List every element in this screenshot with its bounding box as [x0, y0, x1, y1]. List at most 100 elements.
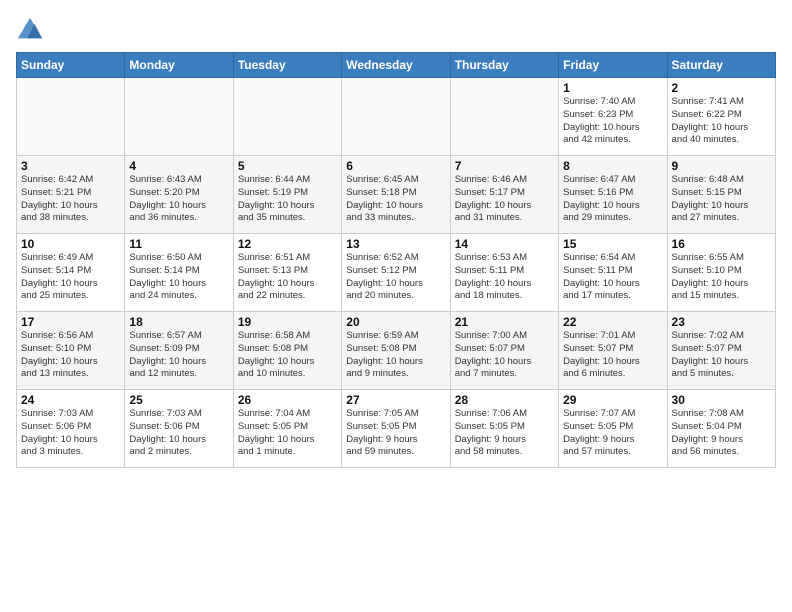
day-number: 4 [129, 159, 228, 173]
day-info: Sunrise: 7:02 AM Sunset: 5:07 PM Dayligh… [672, 330, 771, 381]
day-info: Sunrise: 6:42 AM Sunset: 5:21 PM Dayligh… [21, 174, 120, 225]
calendar-cell: 20Sunrise: 6:59 AM Sunset: 5:08 PM Dayli… [342, 312, 450, 390]
day-info: Sunrise: 6:47 AM Sunset: 5:16 PM Dayligh… [563, 174, 662, 225]
day-info: Sunrise: 7:40 AM Sunset: 6:23 PM Dayligh… [563, 96, 662, 147]
day-info: Sunrise: 6:51 AM Sunset: 5:13 PM Dayligh… [238, 252, 337, 303]
calendar-cell: 1Sunrise: 7:40 AM Sunset: 6:23 PM Daylig… [559, 78, 667, 156]
day-number: 20 [346, 315, 445, 329]
day-info: Sunrise: 6:52 AM Sunset: 5:12 PM Dayligh… [346, 252, 445, 303]
calendar-cell: 26Sunrise: 7:04 AM Sunset: 5:05 PM Dayli… [233, 390, 341, 468]
calendar-cell: 16Sunrise: 6:55 AM Sunset: 5:10 PM Dayli… [667, 234, 775, 312]
logo [16, 16, 46, 44]
day-info: Sunrise: 6:43 AM Sunset: 5:20 PM Dayligh… [129, 174, 228, 225]
week-row-4: 24Sunrise: 7:03 AM Sunset: 5:06 PM Dayli… [17, 390, 776, 468]
calendar-cell: 21Sunrise: 7:00 AM Sunset: 5:07 PM Dayli… [450, 312, 558, 390]
day-number: 19 [238, 315, 337, 329]
calendar-cell: 27Sunrise: 7:05 AM Sunset: 5:05 PM Dayli… [342, 390, 450, 468]
calendar-cell: 5Sunrise: 6:44 AM Sunset: 5:19 PM Daylig… [233, 156, 341, 234]
calendar-cell: 25Sunrise: 7:03 AM Sunset: 5:06 PM Dayli… [125, 390, 233, 468]
day-number: 8 [563, 159, 662, 173]
header-cell-sunday: Sunday [17, 53, 125, 78]
header-cell-friday: Friday [559, 53, 667, 78]
week-row-0: 1Sunrise: 7:40 AM Sunset: 6:23 PM Daylig… [17, 78, 776, 156]
calendar-cell: 14Sunrise: 6:53 AM Sunset: 5:11 PM Dayli… [450, 234, 558, 312]
page-container: SundayMondayTuesdayWednesdayThursdayFrid… [0, 0, 792, 476]
day-info: Sunrise: 6:48 AM Sunset: 5:15 PM Dayligh… [672, 174, 771, 225]
calendar-cell: 28Sunrise: 7:06 AM Sunset: 5:05 PM Dayli… [450, 390, 558, 468]
calendar-header: SundayMondayTuesdayWednesdayThursdayFrid… [17, 53, 776, 78]
day-info: Sunrise: 6:57 AM Sunset: 5:09 PM Dayligh… [129, 330, 228, 381]
calendar-body: 1Sunrise: 7:40 AM Sunset: 6:23 PM Daylig… [17, 78, 776, 468]
calendar-cell: 24Sunrise: 7:03 AM Sunset: 5:06 PM Dayli… [17, 390, 125, 468]
day-number: 10 [21, 237, 120, 251]
calendar-cell: 18Sunrise: 6:57 AM Sunset: 5:09 PM Dayli… [125, 312, 233, 390]
header-cell-thursday: Thursday [450, 53, 558, 78]
day-number: 6 [346, 159, 445, 173]
day-number: 22 [563, 315, 662, 329]
header-cell-saturday: Saturday [667, 53, 775, 78]
header-row: SundayMondayTuesdayWednesdayThursdayFrid… [17, 53, 776, 78]
calendar-cell [233, 78, 341, 156]
day-info: Sunrise: 6:56 AM Sunset: 5:10 PM Dayligh… [21, 330, 120, 381]
week-row-2: 10Sunrise: 6:49 AM Sunset: 5:14 PM Dayli… [17, 234, 776, 312]
day-info: Sunrise: 6:45 AM Sunset: 5:18 PM Dayligh… [346, 174, 445, 225]
day-number: 26 [238, 393, 337, 407]
calendar-cell [125, 78, 233, 156]
calendar-cell [450, 78, 558, 156]
calendar-cell: 30Sunrise: 7:08 AM Sunset: 5:04 PM Dayli… [667, 390, 775, 468]
calendar-cell: 10Sunrise: 6:49 AM Sunset: 5:14 PM Dayli… [17, 234, 125, 312]
calendar-cell: 7Sunrise: 6:46 AM Sunset: 5:17 PM Daylig… [450, 156, 558, 234]
calendar-cell: 15Sunrise: 6:54 AM Sunset: 5:11 PM Dayli… [559, 234, 667, 312]
day-number: 2 [672, 81, 771, 95]
day-number: 9 [672, 159, 771, 173]
day-info: Sunrise: 7:04 AM Sunset: 5:05 PM Dayligh… [238, 408, 337, 459]
day-number: 28 [455, 393, 554, 407]
day-number: 29 [563, 393, 662, 407]
logo-icon [16, 16, 44, 44]
calendar-cell: 9Sunrise: 6:48 AM Sunset: 5:15 PM Daylig… [667, 156, 775, 234]
day-number: 17 [21, 315, 120, 329]
calendar-cell: 4Sunrise: 6:43 AM Sunset: 5:20 PM Daylig… [125, 156, 233, 234]
day-number: 23 [672, 315, 771, 329]
day-number: 14 [455, 237, 554, 251]
calendar-cell: 17Sunrise: 6:56 AM Sunset: 5:10 PM Dayli… [17, 312, 125, 390]
calendar-cell: 11Sunrise: 6:50 AM Sunset: 5:14 PM Dayli… [125, 234, 233, 312]
day-number: 18 [129, 315, 228, 329]
day-info: Sunrise: 6:53 AM Sunset: 5:11 PM Dayligh… [455, 252, 554, 303]
day-number: 1 [563, 81, 662, 95]
calendar-cell: 22Sunrise: 7:01 AM Sunset: 5:07 PM Dayli… [559, 312, 667, 390]
day-number: 5 [238, 159, 337, 173]
day-number: 12 [238, 237, 337, 251]
calendar-cell: 6Sunrise: 6:45 AM Sunset: 5:18 PM Daylig… [342, 156, 450, 234]
calendar-cell: 19Sunrise: 6:58 AM Sunset: 5:08 PM Dayli… [233, 312, 341, 390]
day-number: 25 [129, 393, 228, 407]
day-number: 11 [129, 237, 228, 251]
calendar-cell [342, 78, 450, 156]
day-number: 15 [563, 237, 662, 251]
day-number: 21 [455, 315, 554, 329]
day-info: Sunrise: 7:00 AM Sunset: 5:07 PM Dayligh… [455, 330, 554, 381]
calendar-cell: 8Sunrise: 6:47 AM Sunset: 5:16 PM Daylig… [559, 156, 667, 234]
header-cell-monday: Monday [125, 53, 233, 78]
day-info: Sunrise: 7:05 AM Sunset: 5:05 PM Dayligh… [346, 408, 445, 459]
day-info: Sunrise: 7:06 AM Sunset: 5:05 PM Dayligh… [455, 408, 554, 459]
day-number: 13 [346, 237, 445, 251]
day-info: Sunrise: 6:58 AM Sunset: 5:08 PM Dayligh… [238, 330, 337, 381]
day-info: Sunrise: 6:59 AM Sunset: 5:08 PM Dayligh… [346, 330, 445, 381]
calendar-cell: 23Sunrise: 7:02 AM Sunset: 5:07 PM Dayli… [667, 312, 775, 390]
calendar-cell: 29Sunrise: 7:07 AM Sunset: 5:05 PM Dayli… [559, 390, 667, 468]
day-number: 7 [455, 159, 554, 173]
header-cell-wednesday: Wednesday [342, 53, 450, 78]
week-row-1: 3Sunrise: 6:42 AM Sunset: 5:21 PM Daylig… [17, 156, 776, 234]
day-info: Sunrise: 6:49 AM Sunset: 5:14 PM Dayligh… [21, 252, 120, 303]
day-info: Sunrise: 6:46 AM Sunset: 5:17 PM Dayligh… [455, 174, 554, 225]
day-info: Sunrise: 6:54 AM Sunset: 5:11 PM Dayligh… [563, 252, 662, 303]
header-cell-tuesday: Tuesday [233, 53, 341, 78]
day-info: Sunrise: 7:03 AM Sunset: 5:06 PM Dayligh… [21, 408, 120, 459]
day-number: 27 [346, 393, 445, 407]
day-number: 30 [672, 393, 771, 407]
calendar-cell: 12Sunrise: 6:51 AM Sunset: 5:13 PM Dayli… [233, 234, 341, 312]
day-info: Sunrise: 7:41 AM Sunset: 6:22 PM Dayligh… [672, 96, 771, 147]
calendar-cell [17, 78, 125, 156]
calendar-cell: 2Sunrise: 7:41 AM Sunset: 6:22 PM Daylig… [667, 78, 775, 156]
